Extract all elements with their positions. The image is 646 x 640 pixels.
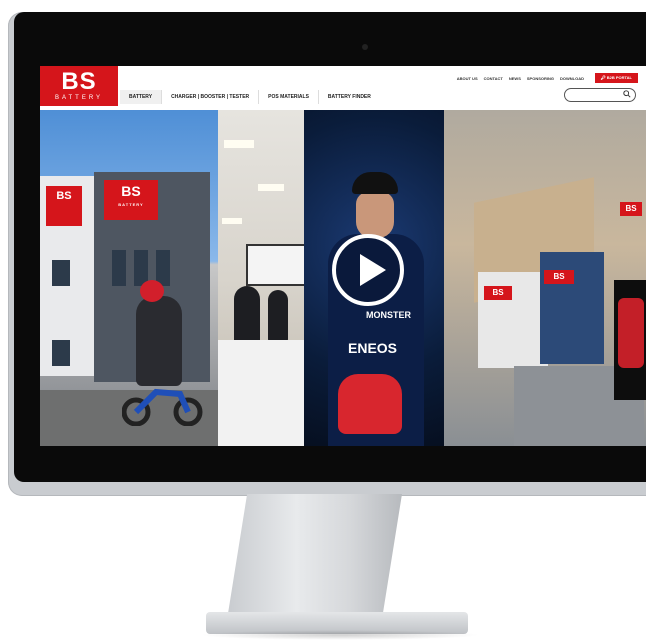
motorbike-graphic — [122, 388, 203, 426]
nav-item-battery[interactable]: BATTERY — [120, 90, 162, 104]
sign-large-text: BS — [121, 183, 141, 199]
store-sign: BS — [620, 202, 642, 216]
b2b-portal-button[interactable]: 🔑︎ B2B PORTAL — [594, 73, 638, 83]
portal-label: B2B PORTAL — [606, 75, 632, 80]
topnav-about-us[interactable]: ABOUT US — [457, 76, 478, 81]
person — [234, 286, 260, 346]
site-header: BS BATTERY BATTERY CHARGER | BOOSTER | T… — [40, 66, 646, 110]
racer-glove — [338, 374, 402, 434]
website-screen: BS BATTERY BATTERY CHARGER | BOOSTER | T… — [40, 66, 646, 446]
logo-text: BS — [61, 68, 97, 95]
red-motorbike — [618, 298, 644, 368]
logo-subtext: BATTERY — [54, 95, 104, 101]
window — [52, 340, 70, 366]
hero-slider[interactable]: BS BS BATTERY MONSTER ENEOS BS BS BS — [40, 110, 646, 446]
monitor-stand-neck — [226, 494, 402, 626]
store-sign-text: BS — [625, 204, 637, 213]
building-sign-large: BS BATTERY — [104, 180, 158, 220]
sign-small-text: BS — [56, 190, 72, 202]
brand-logo[interactable]: BS BATTERY — [40, 66, 118, 106]
racer-cap — [352, 172, 398, 194]
rider-figure — [136, 296, 182, 386]
topnav-contact[interactable]: CONTACT — [484, 76, 503, 81]
window — [52, 260, 70, 286]
video-play-button[interactable] — [332, 234, 404, 306]
search-box — [564, 88, 636, 107]
ceiling-light — [222, 218, 242, 224]
sponsor-eneos: ENEOS — [348, 340, 398, 356]
nav-item-pos-materials[interactable]: POS MATERIALS — [258, 90, 318, 104]
nav-item-charger[interactable]: CHARGER | BOOSTER | TESTER — [161, 90, 259, 104]
wall-screen — [246, 244, 304, 286]
rider-helmet — [140, 280, 164, 302]
webcam — [362, 44, 368, 50]
building-sign-small: BS — [46, 186, 82, 226]
window — [112, 250, 126, 286]
building-wall-blue — [540, 252, 604, 364]
hero-panel-building: BS BS BATTERY — [40, 110, 218, 446]
top-nav: ABOUT US CONTACT NEWS SPONSORING DOWNLOA… — [457, 76, 584, 81]
store-sign: BS — [544, 270, 574, 284]
racer-face — [356, 192, 394, 238]
person — [268, 290, 288, 342]
search-icon[interactable] — [623, 90, 631, 98]
display-table — [218, 340, 304, 446]
hero-panel-office — [218, 110, 304, 446]
search-input[interactable] — [570, 95, 628, 107]
ceiling-light — [258, 184, 284, 191]
main-nav: BATTERY CHARGER | BOOSTER | TESTER POS M… — [120, 90, 380, 104]
topnav-download[interactable]: DOWNLOAD — [560, 76, 584, 81]
store-sign-text: BS — [553, 272, 565, 281]
ceiling-light — [224, 140, 254, 148]
store-sign: BS — [484, 286, 512, 300]
store-sign-text: BS — [492, 288, 504, 297]
play-icon — [360, 254, 386, 286]
key-icon: 🔑︎ — [600, 75, 606, 80]
topnav-sponsoring[interactable]: SPONSORING — [527, 76, 554, 81]
stand-shadow — [200, 630, 480, 640]
sponsor-monster: MONSTER — [366, 310, 411, 320]
sign-large-subtext: BATTERY — [118, 202, 144, 207]
hero-panel-aerial: BS BS BS — [444, 110, 646, 446]
nav-item-battery-finder[interactable]: BATTERY FINDER — [317, 90, 380, 104]
topnav-news[interactable]: NEWS — [509, 76, 521, 81]
